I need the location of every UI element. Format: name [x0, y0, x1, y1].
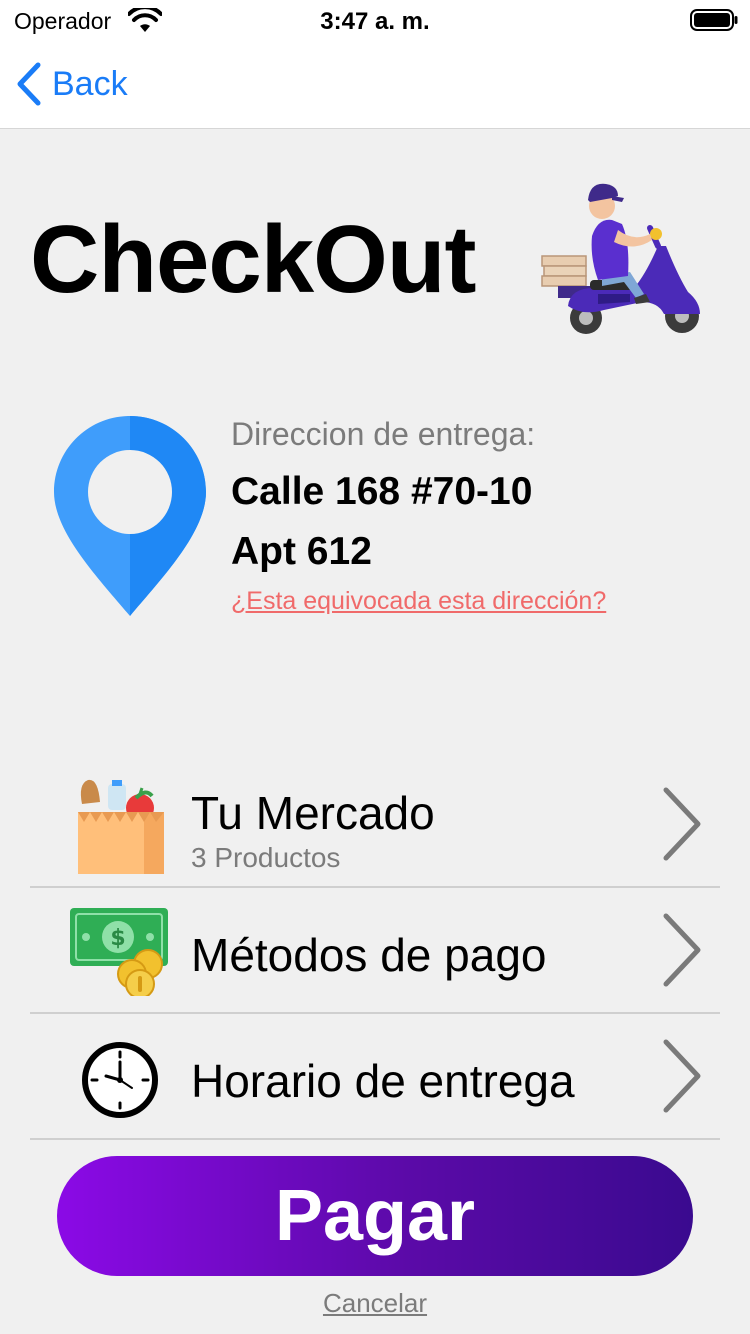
delivery-scooter-icon [541, 183, 700, 334]
wrong-address-link[interactable]: ¿Esta equivocada esta dirección? [231, 587, 606, 616]
address-line-1: Calle 168 #70-10 [231, 470, 533, 513]
menu-item-schedule-title: Horario de entrega [191, 1055, 575, 1107]
money-coins-icon: $ [70, 908, 168, 996]
page-title: CheckOut [30, 206, 476, 313]
location-pin-icon [54, 416, 206, 616]
menu-item-payment-methods[interactable]: $ Métodos de pago [30, 888, 720, 1014]
status-time: 3:47 a. m. [320, 8, 430, 35]
cancel-link[interactable]: Cancelar [323, 1288, 427, 1318]
battery-icon [690, 9, 738, 31]
address-line-2: Apt 612 [231, 530, 372, 573]
status-bar: Operador 3:47 a. m. [0, 0, 750, 40]
clock-icon [82, 1042, 158, 1118]
delivery-address-label: Direccion de entrega: [231, 416, 536, 452]
chevron-left-icon [17, 62, 41, 106]
menu-item-payment-title: Métodos de pago [191, 929, 547, 981]
chevron-right-icon [663, 787, 701, 861]
cancel-link-container: Cancelar [0, 1288, 750, 1319]
back-button-label: Back [52, 64, 128, 103]
back-button[interactable]: Back [14, 62, 128, 106]
grocery-bag-icon [78, 779, 164, 874]
menu-item-market[interactable]: Tu Mercado 3 Productos [30, 762, 720, 888]
navigation-bar: Back [0, 40, 750, 129]
menu-item-delivery-schedule[interactable]: Horario de entrega [30, 1014, 720, 1140]
menu-item-market-subtitle: 3 Productos [191, 842, 341, 873]
chevron-right-icon [663, 913, 701, 987]
svg-text:$: $ [110, 926, 125, 951]
chevron-right-icon [663, 1039, 701, 1113]
pay-button[interactable]: Pagar [57, 1156, 693, 1276]
menu-item-market-title: Tu Mercado [191, 787, 435, 839]
